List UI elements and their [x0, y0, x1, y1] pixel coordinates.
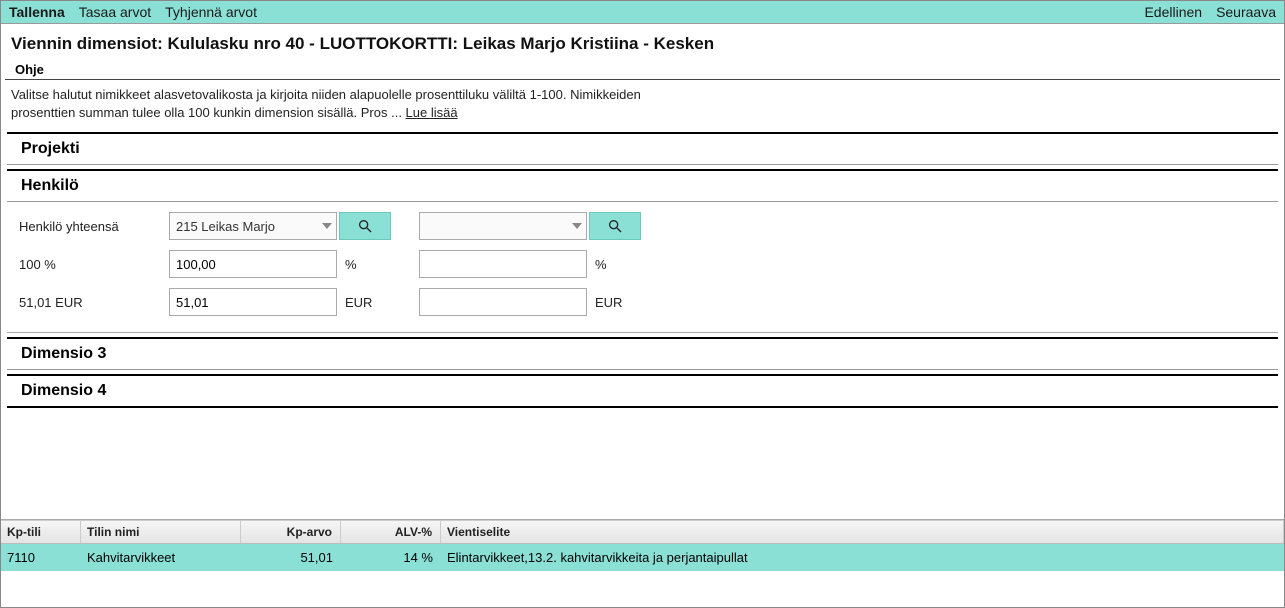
table-header-row: Kp-tili Tilin nimi Kp-arvo ALV-% Vientis…: [1, 520, 1284, 544]
level-values-button[interactable]: Tasaa arvot: [79, 4, 151, 20]
cell-desc: Elintarvikkeet,13.2. kahvitarvikkeita ja…: [441, 544, 1284, 571]
pct-unit-2: %: [589, 257, 669, 272]
person-total-label: Henkilö yhteensä: [19, 219, 169, 234]
help-heading: Ohje: [5, 60, 1280, 80]
chevron-down-icon: [322, 223, 332, 229]
cell-acct: 7110: [1, 544, 81, 571]
page-title: Viennin dimensiot: Kululasku nro 40 - LU…: [1, 24, 1284, 60]
person-search-button-2[interactable]: [589, 212, 641, 240]
eur-unit-2: EUR: [589, 295, 669, 310]
person-combo-1-value: 215 Leikas Marjo: [176, 219, 275, 234]
person-eur-label: 51,01 EUR: [19, 295, 169, 310]
person-pct-input-1[interactable]: [169, 250, 337, 278]
person-pct-input-2[interactable]: [419, 250, 587, 278]
cell-name: Kahvitarvikkeet: [81, 544, 241, 571]
next-button[interactable]: Seuraava: [1216, 4, 1276, 20]
person-pct-label: 100 %: [19, 257, 169, 272]
entries-table: Kp-tili Tilin nimi Kp-arvo ALV-% Vientis…: [1, 519, 1284, 607]
eur-unit-1: EUR: [339, 295, 419, 310]
search-icon: [357, 218, 373, 234]
help-text: Valitse halutut nimikkeet alasvetovaliko…: [1, 80, 1284, 128]
chevron-down-icon: [572, 223, 582, 229]
section-projekti-header[interactable]: Projekti: [7, 132, 1278, 165]
col-tilin-nimi[interactable]: Tilin nimi: [81, 521, 241, 543]
help-line2: prosenttien summan tulee olla 100 kunkin…: [11, 105, 406, 120]
top-toolbar: Tallenna Tasaa arvot Tyhjennä arvot Edel…: [1, 1, 1284, 24]
save-button[interactable]: Tallenna: [9, 4, 65, 20]
cell-val: 51,01: [241, 544, 341, 571]
section-henkilo-header[interactable]: Henkilö: [7, 169, 1278, 202]
read-more-link[interactable]: Lue lisää: [406, 105, 458, 120]
section-dim3-header[interactable]: Dimensio 3: [7, 337, 1278, 370]
section-dim4-header[interactable]: Dimensio 4: [7, 374, 1278, 408]
person-combo-1[interactable]: 215 Leikas Marjo: [169, 212, 337, 240]
person-combo-2[interactable]: [419, 212, 587, 240]
section-henkilo-body: Henkilö yhteensä 215 Leikas Marjo 100 %: [7, 202, 1278, 333]
pct-unit-1: %: [339, 257, 419, 272]
person-eur-input-2[interactable]: [419, 288, 587, 316]
col-kp-tili[interactable]: Kp-tili: [1, 521, 81, 543]
previous-button[interactable]: Edellinen: [1144, 4, 1202, 20]
table-row[interactable]: 7110 Kahvitarvikkeet 51,01 14 % Elintarv…: [1, 544, 1284, 571]
col-alv[interactable]: ALV-%: [341, 521, 441, 543]
search-icon: [607, 218, 623, 234]
help-line1: Valitse halutut nimikkeet alasvetovaliko…: [11, 87, 641, 102]
table-empty-area: [1, 571, 1284, 607]
clear-values-button[interactable]: Tyhjennä arvot: [165, 4, 257, 20]
person-eur-input-1[interactable]: [169, 288, 337, 316]
cell-vat: 14 %: [341, 544, 441, 571]
col-kp-arvo[interactable]: Kp-arvo: [241, 521, 341, 543]
col-vientiselite[interactable]: Vientiselite: [441, 521, 1284, 543]
person-search-button-1[interactable]: [339, 212, 391, 240]
